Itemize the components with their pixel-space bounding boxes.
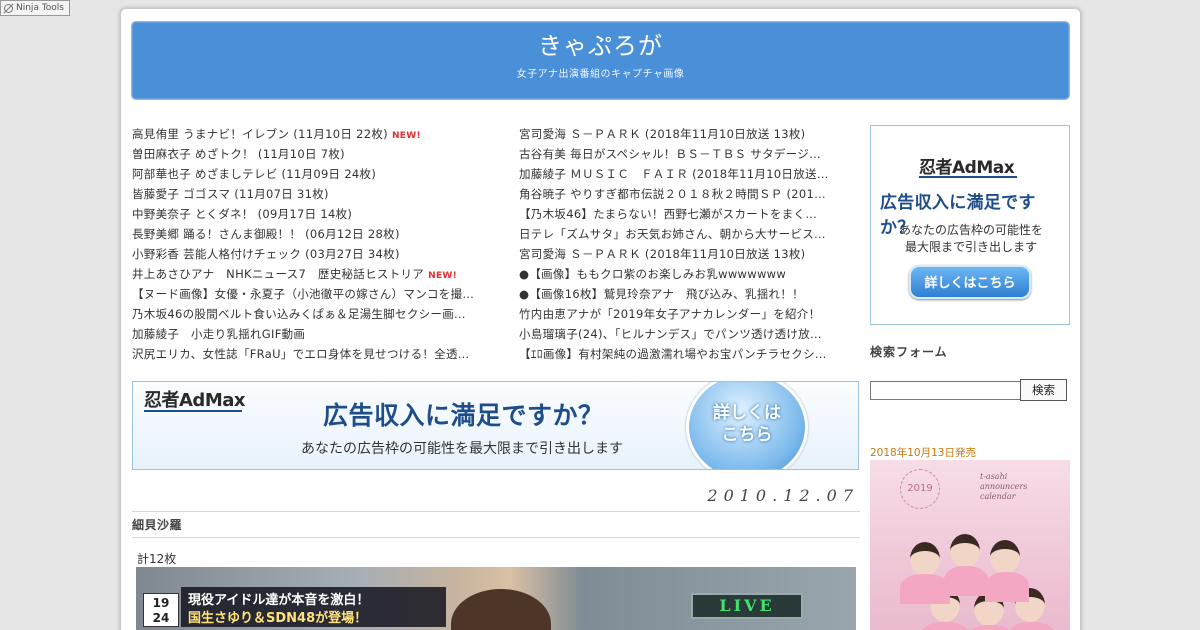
post-title-link[interactable]: 細貝沙羅 <box>132 516 182 533</box>
person-dress <box>1008 622 1056 630</box>
list-item: 高見侑里 うまナビ！イレブン (11月10日 22枚) NEW! <box>132 124 474 144</box>
recent-link[interactable]: 小島瑠璃子(24)、「ヒルナンデス」でパンツ透け透け放… <box>519 327 822 341</box>
new-badge: NEW! <box>428 271 458 281</box>
ad-headline: 広告収入に満足ですか？ <box>323 401 604 430</box>
list-item: 【ヌード画像】女優・永夏子（小池徹平の嫁さん）マンコを撮… <box>132 284 474 304</box>
recent-links-left: 高見侑里 うまナビ！イレブン (11月10日 22枚) NEW! 曽田麻衣子 めざ… <box>132 124 474 364</box>
recent-link[interactable]: 加藤綾子 ＭＵＳＩＣ ＦＡＩＲ (2018年11月10日放送… <box>519 167 829 181</box>
recent-link[interactable]: ●【画像】ももクロ紫のお楽しみお乳wwwwwww <box>519 267 786 281</box>
recent-links-right: 宮司愛海 Ｓ－ＰＡＲＫ (2018年11月10日放送 13枚) 古谷有美 毎日が… <box>519 124 861 364</box>
admax-banner-ad[interactable]: 忍者AdMax 広告収入に満足ですか？ あなたの広告枠の可能性を最大限まで引き出… <box>132 381 859 470</box>
list-item: 宮司愛海 Ｓ－ＰＡＲＫ (2018年11月10日放送 13枚) <box>519 244 861 264</box>
calendar-title: t-asahi announcers calendar <box>980 472 1028 501</box>
ninja-tools-button[interactable]: Ninja Tools <box>0 0 70 16</box>
recent-link[interactable]: 乃木坂46の股間ベルト食い込みくぱぁ＆足湯生脚セクシー画像 … <box>132 307 474 321</box>
list-item: 加藤綾子 小走り乳揺れGIF動画 <box>132 324 474 344</box>
post-date: 2010.12.07 <box>707 486 859 505</box>
recent-link[interactable]: 宮司愛海 Ｓ－ＰＡＲＫ (2018年11月10日放送 13枚) <box>519 247 805 261</box>
logo-underline <box>144 410 242 412</box>
search-form-heading: 検索フォーム <box>870 345 948 359</box>
recent-link[interactable]: 加藤綾子 小走り乳揺れGIF動画 <box>132 327 305 341</box>
recent-link[interactable]: 【乃木坂46】たまらない！西野七瀬がスカートをまく… <box>519 207 817 221</box>
list-item: 小島瑠璃子(24)、「ヒルナンデス」でパンツ透け透け放… <box>519 324 861 344</box>
list-item: 【ｴﾛ画像】有村架純の過激濡れ場やお宝パンチラセクシ… <box>519 344 861 364</box>
admax-logo: 忍者AdMax <box>919 158 1015 178</box>
person-figure <box>451 589 551 630</box>
recent-link[interactable]: 古谷有美 毎日がスペシャル！ＢＳ－ＴＢＳ サタデージ… <box>519 147 821 161</box>
live-badge: LIVE <box>691 593 803 619</box>
list-item: 【乃木坂46】たまらない！西野七瀬がスカートをまく… <box>519 204 861 224</box>
post-screenshot-image[interactable]: 19 24 現役アイドル達が本音を激白！ 国生さゆり＆SDN48が登場！ LIV… <box>136 567 856 630</box>
recent-link[interactable]: 長野美郷 踊る！さんま御殿！！ (06月12日 28枚) <box>132 227 400 241</box>
list-item: 曽田麻衣子 めざトク！ (11月10日 7枚) <box>132 144 474 164</box>
divider <box>132 511 860 512</box>
person-face <box>910 542 940 576</box>
recent-link[interactable]: 阿部華也子 めざましテレビ (11月09日 24枚) <box>132 167 376 181</box>
list-item: 角谷暁子 やりすぎ都市伝説２０１８秋２時間ＳＰ (201… <box>519 184 861 204</box>
caption-line-1: 現役アイドル達が本音を激白！ <box>188 593 370 608</box>
recent-link[interactable]: 小野彩香 芸能人格付けチェック (03月27日 34枚) <box>132 247 400 261</box>
ninja-tools-label: Ninja Tools <box>16 3 64 13</box>
list-item: 加藤綾子 ＭＵＳＩＣ ＦＡＩＲ (2018年11月10日放送… <box>519 164 861 184</box>
channel-logo: 19 24 <box>143 593 179 627</box>
year-badge: 2019 <box>900 469 940 509</box>
list-item: 長野美郷 踊る！さんま御殿！！ (06月12日 28枚) <box>132 224 474 244</box>
list-item: 小野彩香 芸能人格付けチェック (03月27日 34枚) <box>132 244 474 264</box>
recent-link[interactable]: 沢尻エリカ、女性誌「FRaU」でエロ身体を見せつける！全透け… <box>132 347 474 361</box>
ad-subtext: あなたの広告枠の可能性を 最大限まで引き出します <box>898 223 1043 254</box>
ad-details-button: 詳しくはこちら <box>909 265 1031 299</box>
recent-link[interactable]: 皆藤愛子 ゴゴスマ (11月07日 31枚) <box>132 187 329 201</box>
search-button[interactable]: 検索 <box>1020 379 1067 401</box>
recent-link[interactable]: 宮司愛海 Ｓ－ＰＡＲＫ (2018年11月10日放送 13枚) <box>519 127 805 141</box>
list-item: 井上あさひアナ NHKニュース7 歴史秘話ヒストリア NEW! <box>132 264 474 284</box>
person-dress <box>900 574 950 604</box>
divider <box>132 537 860 538</box>
recent-link[interactable]: 曽田麻衣子 めざトク！ (11月10日 7枚) <box>132 147 345 161</box>
site-description: 女子アナ出演番組のキャプチャ画像 <box>516 69 685 80</box>
list-item: ●【画像16枚】鷲見玲奈アナ 飛び込み、乳揺れ！！ <box>519 284 861 304</box>
admax-logo: 忍者AdMax <box>144 390 245 411</box>
list-item: 皆藤愛子 ゴゴスマ (11月07日 31枚) <box>132 184 474 204</box>
list-item: 古谷有美 毎日がスペシャル！ＢＳ－ＴＢＳ サタデージ… <box>519 144 861 164</box>
search-input[interactable] <box>870 381 1021 400</box>
calendar-product-image[interactable]: 2019 t-asahi announcers calendar <box>870 460 1070 630</box>
person-dress <box>920 622 970 630</box>
list-item: 阿部華也子 めざましテレビ (11月09日 24枚) <box>132 164 474 184</box>
list-item: 中野美奈子 とくダネ！ (09月17日 14枚) <box>132 204 474 224</box>
post-image-count: 計12枚 <box>137 552 177 566</box>
admax-sidebar-ad[interactable]: 忍者AdMax 広告収入に満足ですか？ あなたの広告枠の可能性を 最大限まで引き… <box>870 125 1070 325</box>
recent-link[interactable]: 井上あさひアナ NHKニュース7 歴史秘話ヒストリア <box>132 267 424 281</box>
blog-page: きゃぷろが 女子アナ出演番組のキャプチャ画像 高見侑里 うまナビ！イレブン (1… <box>120 8 1081 630</box>
recent-link[interactable]: 【ヌード画像】女優・永夏子（小池徹平の嫁さん）マンコを撮… <box>132 287 474 301</box>
list-item: ●【画像】ももクロ紫のお楽しみお乳wwwwwww <box>519 264 861 284</box>
recent-link[interactable]: 高見侑里 うまナビ！イレブン (11月10日 22枚) <box>132 127 388 141</box>
recent-link[interactable]: 【ｴﾛ画像】有村架純の過激濡れ場やお宝パンチラセクシ… <box>519 347 827 361</box>
logo-underline <box>919 176 1017 178</box>
person-dress <box>985 572 1029 602</box>
list-item: 沢尻エリカ、女性誌「FRaU」でエロ身体を見せつける！全透け… <box>132 344 474 364</box>
recent-link[interactable]: 竹内由恵アナが「2019年女子アナカレンダー」を紹介！ <box>519 307 820 321</box>
person-face <box>990 540 1020 574</box>
recent-link[interactable]: 日テレ「ズムサタ」お天気お姉さん、朝から大サービス… <box>519 227 826 241</box>
ad-details-label: 詳しくは こちら <box>713 403 781 445</box>
new-badge: NEW! <box>391 131 421 141</box>
release-date-label: 2018年10月13日発売 <box>870 447 976 459</box>
list-item: 乃木坂46の股間ベルト食い込みくぱぁ＆足湯生脚セクシー画像 … <box>132 304 474 324</box>
site-header: きゃぷろが 女子アナ出演番組のキャプチャ画像 <box>131 21 1070 100</box>
recent-link[interactable]: 角谷暁子 やりすぎ都市伝説２０１８秋２時間ＳＰ (201… <box>519 187 826 201</box>
recent-link[interactable]: 中野美奈子 とくダネ！ (09月17日 14枚) <box>132 207 352 221</box>
list-item: 宮司愛海 Ｓ－ＰＡＲＫ (2018年11月10日放送 13枚) <box>519 124 861 144</box>
person-dress <box>944 566 988 596</box>
caption-line-2: 国生さゆり＆SDN48が登場！ <box>188 611 368 626</box>
recent-link[interactable]: ●【画像16枚】鷲見玲奈アナ 飛び込み、乳揺れ！！ <box>519 287 804 301</box>
list-item: 竹内由恵アナが「2019年女子アナカレンダー」を紹介！ <box>519 304 861 324</box>
wrench-icon <box>4 3 13 13</box>
person-dress <box>966 625 1014 630</box>
person-face <box>950 534 980 568</box>
ad-subtext: あなたの広告枠の可能性を最大限まで引き出します <box>301 441 623 457</box>
list-item: 日テレ「ズムサタ」お天気お姉さん、朝から大サービス… <box>519 224 861 244</box>
site-title-link[interactable]: きゃぷろが <box>132 30 1069 62</box>
